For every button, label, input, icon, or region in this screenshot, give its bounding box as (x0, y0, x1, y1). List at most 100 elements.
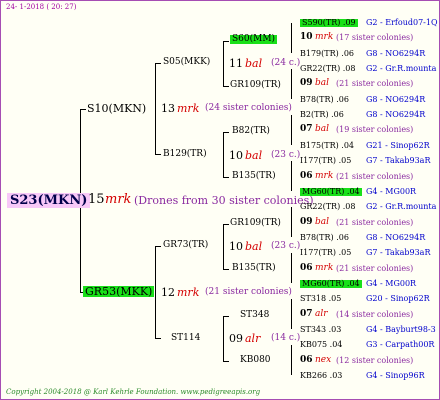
gen4-count: 07 (300, 308, 313, 319)
gen4-breeder: bal (315, 216, 330, 227)
gen4-count: 06 (300, 354, 313, 365)
gen4-note: (14 sister colonies) (336, 309, 414, 319)
ss-note: (24 c.) (271, 58, 301, 68)
connector (223, 316, 224, 362)
connector (155, 246, 161, 247)
connector (291, 23, 292, 53)
gen4-count: 06 (300, 262, 313, 273)
gen4-note: (17 sister colonies) (336, 33, 414, 43)
ss-queen[interactable]: S05(MKK) (163, 58, 210, 67)
gen4-queen[interactable]: B78(TR) .06 (300, 233, 349, 242)
gen4-count: 06 (300, 170, 313, 181)
gen4-breeder: bal (315, 124, 330, 135)
gen4-queen[interactable]: B175(TR) .04 (300, 141, 354, 150)
ds-queen[interactable]: GR73(TR) (163, 241, 208, 250)
connector (223, 132, 224, 178)
connector (291, 161, 292, 191)
root-count: 15 (88, 192, 105, 207)
gen4-origin: G8 - NO6294R (366, 232, 426, 242)
gen4-count: 09 (300, 78, 313, 89)
gen4-count: 10 (300, 32, 313, 43)
gen4-count: 09 (300, 216, 313, 227)
gen4-queen[interactable]: B78(TR) .06 (300, 95, 349, 104)
dam-note: (21 sister colonies) (205, 287, 292, 297)
gen4-queen[interactable]: MG60(TR) .04 (300, 187, 362, 196)
gen4-note: (21 sister colonies) (336, 217, 414, 227)
gen4-queen[interactable]: ST343 .03 (300, 326, 341, 334)
gen4-breeder: nex (315, 354, 332, 365)
gen3-queen[interactable]: B135(TR) (232, 172, 276, 181)
gen3-queen[interactable]: ST348 (240, 311, 269, 320)
gen4-queen[interactable]: GR22(TR) .08 (300, 203, 355, 211)
connector (155, 154, 161, 155)
sire-breeder: mrk (177, 102, 200, 115)
gen4-origin: G3 - Carpath00R (366, 340, 435, 350)
connector (80, 109, 86, 110)
gen4-queen[interactable]: ST318 .05 (300, 295, 341, 303)
gen4-origin: G4 - Bayburt98-3 (366, 325, 436, 334)
connector (223, 132, 229, 133)
connector (155, 246, 156, 339)
sd-breeder: bal (245, 149, 263, 162)
connector (223, 41, 224, 87)
gen4-note: (21 sister colonies) (336, 171, 414, 181)
gen4-queen[interactable]: MG60(TR) .04 (300, 279, 362, 288)
dd-queen[interactable]: ST114 (171, 334, 200, 343)
gen4-queen[interactable]: B2(TR) .06 (300, 111, 344, 119)
gen4-origin: G2 - Erfoud07-1Q (366, 18, 438, 27)
gen4-origin: G7 - Takab93aR (366, 156, 431, 166)
connector (223, 361, 229, 362)
gen4-origin: G8 - NO6294R (366, 94, 426, 104)
gen4-origin: G4 - Sinop96R (366, 371, 425, 381)
gen3-queen[interactable]: GR109(TR) (230, 219, 281, 228)
dam-breeder: mrk (177, 286, 200, 299)
connector (223, 224, 224, 270)
gen4-breeder: mrk (315, 32, 334, 43)
connector (223, 41, 229, 42)
sire-note: (24 sister colonies) (205, 103, 292, 113)
connector (223, 177, 229, 178)
connector (291, 299, 292, 329)
connector (291, 115, 292, 145)
gen4-queen[interactable]: I177(TR) .05 (300, 157, 351, 165)
connector (155, 63, 161, 64)
sd-count: 10 (229, 149, 243, 162)
connector (291, 253, 292, 283)
gen4-queen[interactable]: B179(TR) .06 (300, 49, 354, 58)
gen4-queen[interactable]: GR22(TR) .08 (300, 65, 355, 73)
gen3-queen[interactable]: S60(MM) (230, 35, 278, 44)
gen3-queen[interactable]: B82(TR) (232, 127, 270, 136)
connector (291, 345, 292, 375)
connector (155, 63, 156, 155)
gen4-origin: G4 - MG00R (366, 278, 417, 288)
gen3-queen[interactable]: GR109(TR) (230, 81, 281, 90)
gen4-origin: G8 - NO6294R (366, 110, 426, 120)
gen4-origin: G21 - Sinop62R (366, 140, 430, 150)
date-header: 24- 1-2018 ( 20: 27) (6, 3, 77, 11)
gen3-queen[interactable]: KB080 (240, 356, 271, 365)
gen4-queen[interactable]: KB266 .03 (300, 372, 342, 380)
ss-breeder: bal (245, 57, 263, 70)
dd-count: 09 (229, 332, 243, 345)
gen4-origin: G4 - MG00R (366, 186, 417, 196)
gen4-breeder: mrk (315, 262, 334, 273)
gen4-origin: G7 - Takab93aR (366, 248, 431, 258)
gen4-queen[interactable]: S590(TR) .09 (300, 19, 358, 27)
pedigree-chart: 24- 1-2018 ( 20: 27) S23(MKN) 15 mrk (Dr… (0, 0, 440, 400)
sire-queen[interactable]: S10(MKN) (87, 103, 146, 114)
gen4-queen[interactable]: I177(TR) .05 (300, 249, 351, 257)
gen3-queen[interactable]: B135(TR) (232, 264, 276, 273)
root-queen[interactable]: S23(MKN) (7, 193, 91, 208)
gen4-queen[interactable]: KB075 .04 (300, 341, 342, 349)
sd-queen[interactable]: B129(TR) (163, 150, 207, 159)
gen4-origin: G2 - Gr.R.mounta (366, 202, 437, 212)
dam-queen[interactable]: GR53(MKK) (83, 286, 155, 297)
ds-note: (23 c.) (271, 241, 301, 251)
gen4-note: (12 sister colonies) (336, 355, 414, 365)
connector (291, 69, 292, 99)
connector (223, 86, 229, 87)
gen4-origin: G2 - Gr.R.mounta (366, 64, 437, 74)
sd-note: (23 c.) (271, 150, 301, 160)
connector (223, 316, 229, 317)
gen4-count: 07 (300, 124, 313, 135)
